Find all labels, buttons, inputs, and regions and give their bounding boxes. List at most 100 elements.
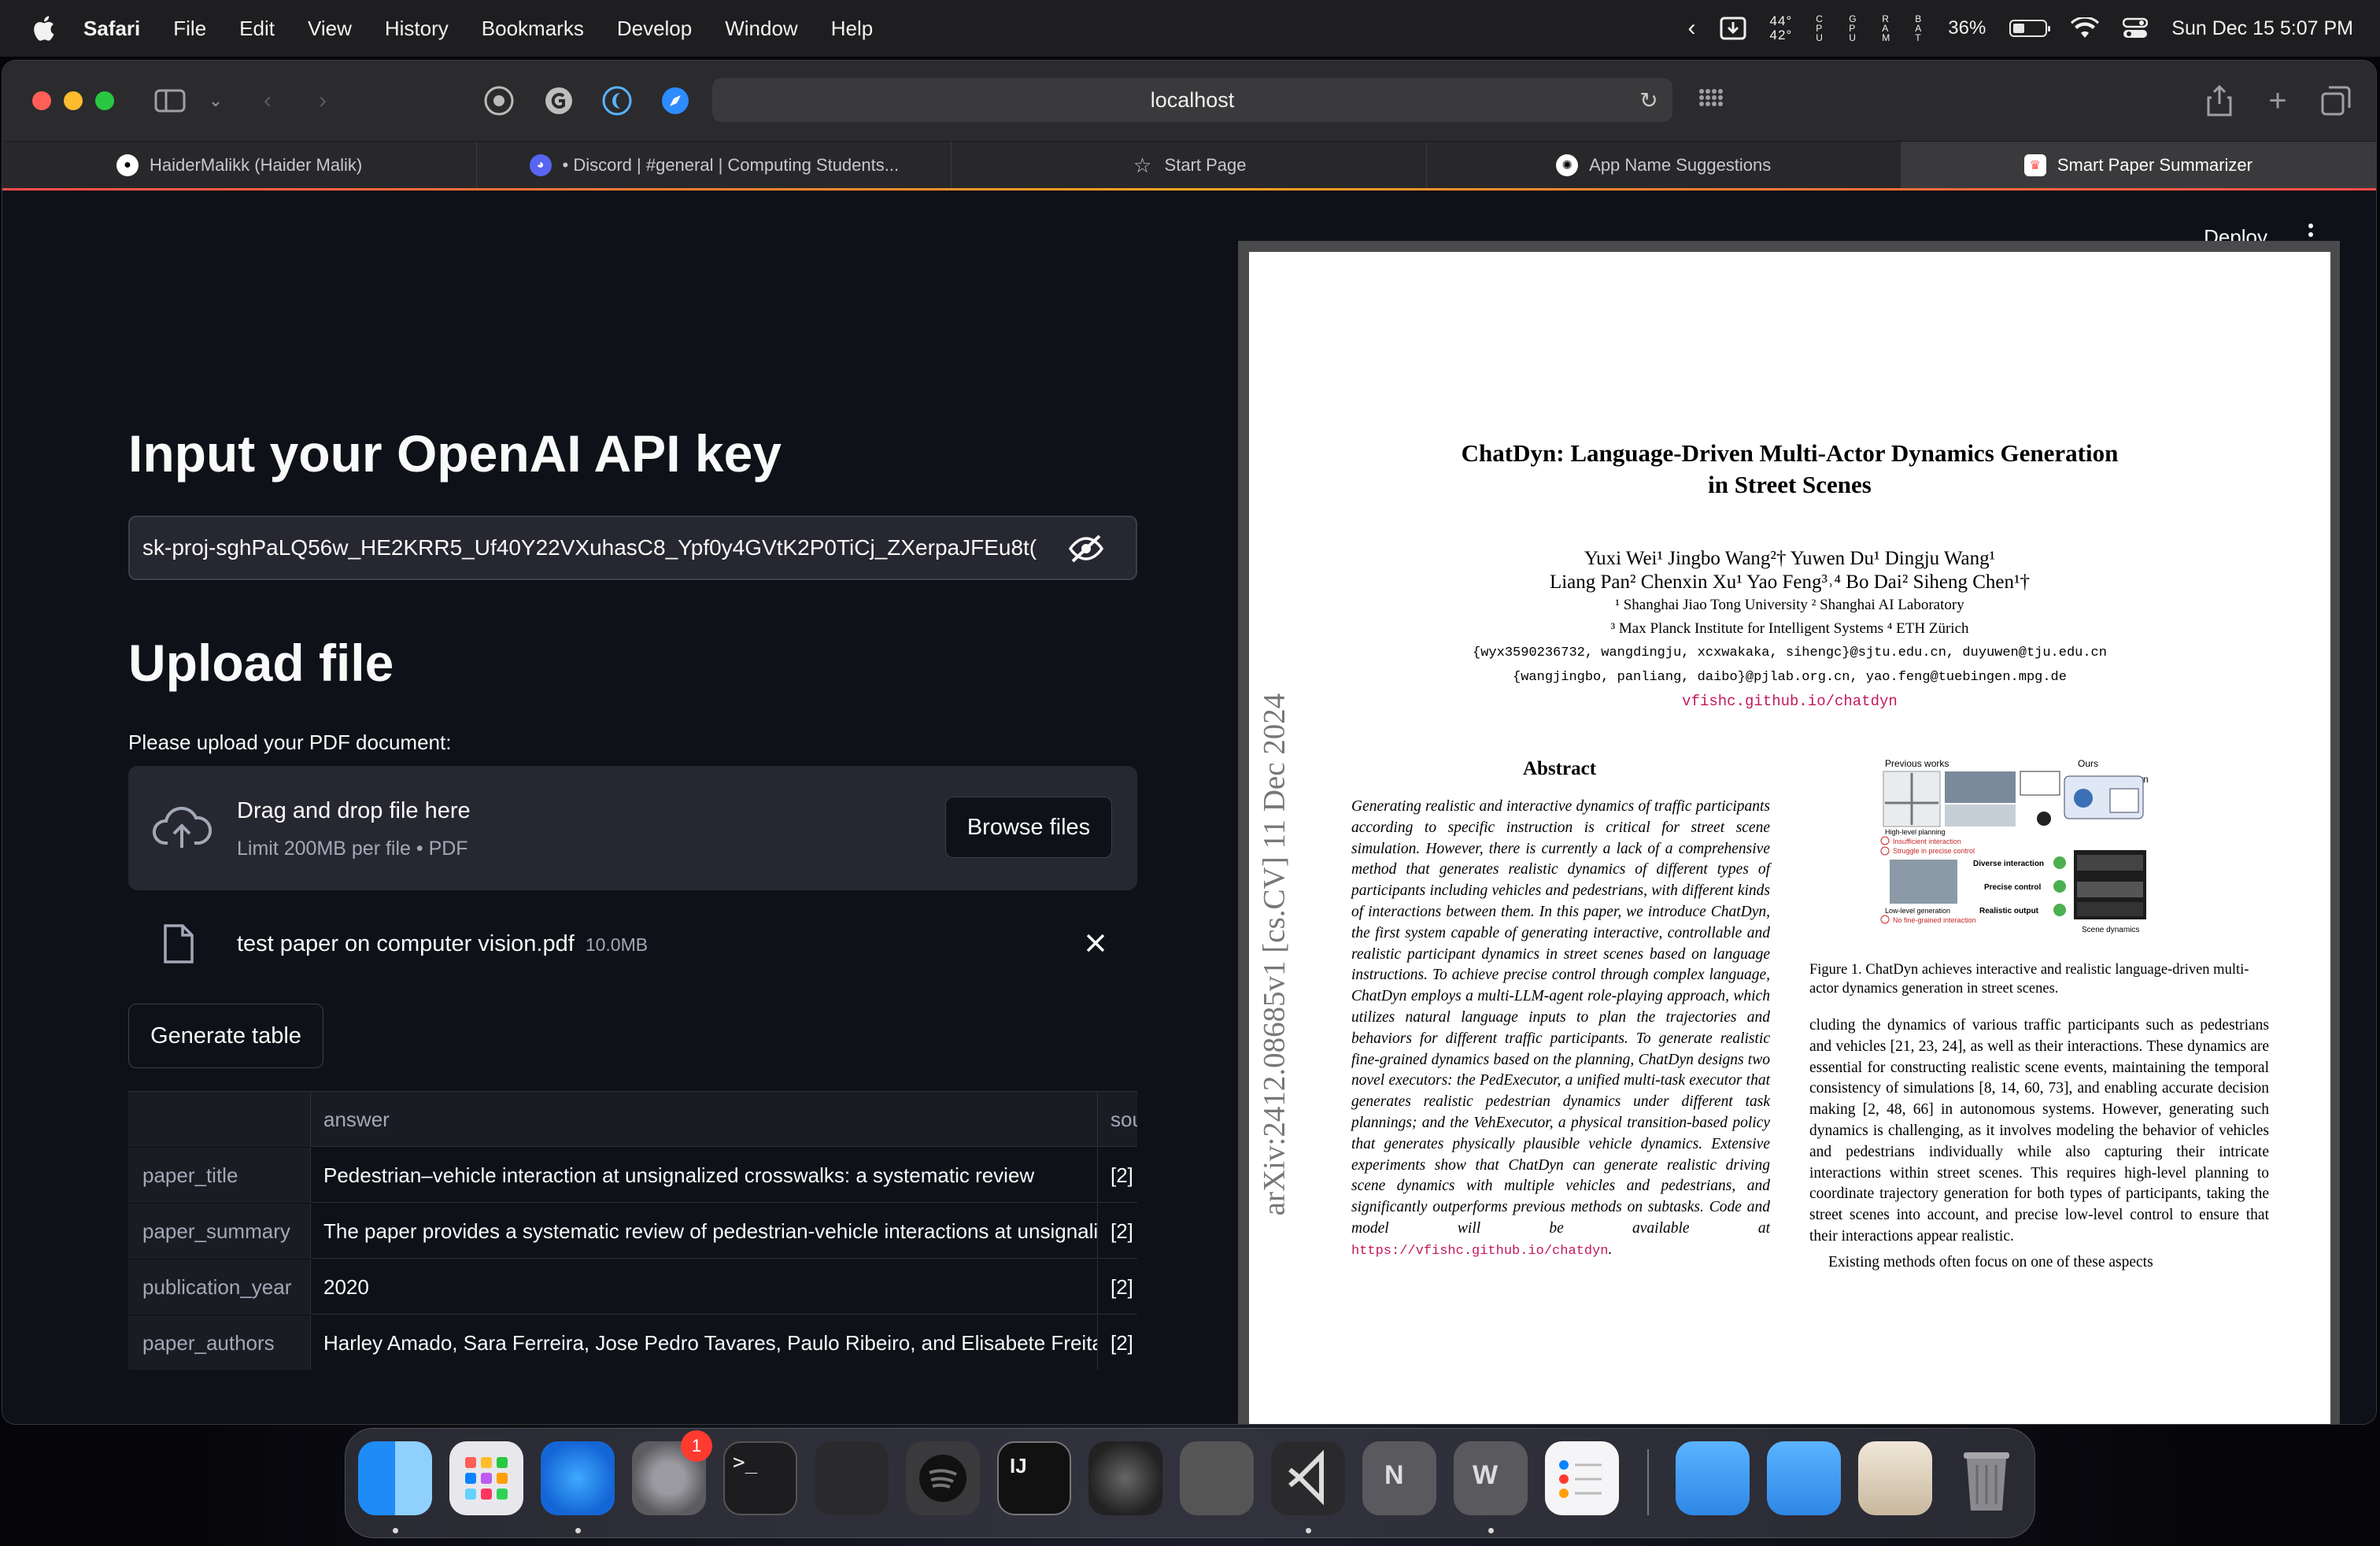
api-key-field[interactable]: sk-proj-sghPaLQ56w_HE2KRR5_Uf40Y22VXuhas… <box>128 516 1137 580</box>
menu-app-name[interactable]: Safari <box>83 17 140 41</box>
bat-stat[interactable]: B A T <box>1915 14 1924 43</box>
menu-history[interactable]: History <box>385 17 449 41</box>
remove-file-icon[interactable] <box>1084 931 1107 955</box>
chevron-down-icon[interactable]: ⌄ <box>199 84 232 117</box>
battery-icon[interactable] <box>2009 20 2051 37</box>
close-window-button[interactable] <box>32 91 51 110</box>
sidebar-toggle-icon[interactable] <box>153 84 187 117</box>
github-icon: ● <box>116 154 139 176</box>
browse-files-button[interactable]: Browse files <box>945 797 1112 858</box>
source-header[interactable]: sou <box>1098 1092 1137 1147</box>
tab-smart-paper-summarizer[interactable]: ♛ Smart Paper Summarizer <box>1901 142 2376 189</box>
night-mode-extension-icon[interactable] <box>601 84 634 117</box>
paper-authors-line: Liang Pan² Chenxin Xu¹ Yao Feng³˒⁴ Bo Da… <box>1549 571 2031 593</box>
chevron-left-icon[interactable]: ‹ <box>1688 15 1696 42</box>
apple-logo-icon[interactable] <box>31 15 55 42</box>
xcode-icon[interactable] <box>1180 1441 1254 1515</box>
tab-github[interactable]: ● HaiderMalikk (Haider Malik) <box>2 142 478 189</box>
battery-percent[interactable]: 36% <box>1948 17 1986 39</box>
new-tab-icon[interactable]: + <box>2261 83 2294 118</box>
row-source[interactable]: [2] <box>1098 1259 1137 1315</box>
address-bar[interactable]: localhost ↻ <box>712 78 1672 122</box>
app-icon[interactable] <box>1088 1441 1162 1515</box>
url-text: localhost <box>1150 87 1235 112</box>
row-source[interactable]: [2] <box>1098 1148 1137 1203</box>
intellij-icon[interactable]: IJ <box>997 1441 1071 1515</box>
row-answer[interactable]: 2020 <box>311 1259 1098 1315</box>
tab-chatgpt[interactable]: ✺ App Name Suggestions <box>1426 142 1901 189</box>
finder-icon[interactable] <box>358 1441 432 1515</box>
menu-file[interactable]: File <box>173 17 206 41</box>
reload-icon[interactable]: ↻ <box>1635 86 1663 114</box>
launchpad-icon[interactable] <box>449 1441 523 1515</box>
spotify-icon[interactable] <box>906 1441 980 1515</box>
fig-low-level-label: Low-level generation <box>1885 907 1950 915</box>
results-table[interactable]: answer sou paper_title Pedestrian–vehicl… <box>128 1091 1137 1370</box>
folder-icon[interactable] <box>1676 1441 1750 1515</box>
fig-insufficient-label: Insufficient interaction <box>1893 838 1961 845</box>
pdf-page: ChatDyn: Language-Driven Multi-Actor Dyn… <box>1249 252 2330 1424</box>
folder-icon[interactable] <box>1767 1441 1841 1515</box>
record-extension-icon[interactable] <box>482 84 516 117</box>
word-icon[interactable]: W <box>1454 1441 1528 1515</box>
wifi-icon[interactable] <box>2071 17 2100 39</box>
abstract-body: Generating realistic and interactive dyn… <box>1351 798 1770 1259</box>
tab-discord[interactable]: ◕ • Discord | #general | Computing Stude… <box>477 142 952 189</box>
clock[interactable]: Sun Dec 15 5:07 PM <box>2171 17 2353 40</box>
pdf-viewer[interactable]: ChatDyn: Language-Driven Multi-Actor Dyn… <box>1238 241 2340 1424</box>
file-name-text: test paper on computer vision.pdf <box>237 931 575 956</box>
row-source[interactable]: [2] <box>1098 1204 1137 1259</box>
file-size: 10.0MB <box>585 934 649 955</box>
menu-help[interactable]: Help <box>831 17 873 41</box>
temperature-readout[interactable]: 44° 42° <box>1770 14 1793 43</box>
photo-icon[interactable] <box>1858 1441 1932 1515</box>
grid-icon[interactable] <box>1694 84 1728 117</box>
control-center-icon[interactable] <box>2123 17 2149 39</box>
gpu-stat[interactable]: G P U <box>1849 14 1858 43</box>
upload-heading: Upload file <box>128 634 394 692</box>
menu-edit[interactable]: Edit <box>239 17 275 41</box>
safari-icon[interactable] <box>541 1441 615 1515</box>
answer-header[interactable]: answer <box>311 1092 1098 1147</box>
fig-struggle-label: Struggle in precise control <box>1893 847 1975 855</box>
abstract-link[interactable]: https://vfishc.github.io/chatdyn <box>1351 1244 1608 1259</box>
download-tray-icon[interactable] <box>1720 17 1746 40</box>
hide-password-icon[interactable] <box>1068 533 1104 564</box>
zed-icon[interactable] <box>815 1441 889 1515</box>
body-column-2: cluding the dynamics of various traffic … <box>1809 1015 2269 1274</box>
row-answer[interactable]: The paper provides a systematic review o… <box>311 1204 1098 1259</box>
back-arrow-icon[interactable]: ‹ <box>251 84 284 117</box>
project-link[interactable]: vfishc.github.io/chatdyn <box>1249 693 2330 710</box>
tab-overview-icon[interactable] <box>2319 84 2352 117</box>
abstract-heading: Abstract <box>1523 758 1597 779</box>
menu-develop[interactable]: Develop <box>617 17 692 41</box>
paper-authors-line: Yuxi Wei¹ Jingbo Wang²† Yuwen Du¹ Dingju… <box>1584 548 1996 569</box>
onenote-icon[interactable]: N <box>1362 1441 1436 1515</box>
share-icon[interactable] <box>2203 84 2236 117</box>
uploaded-file: test paper on computer vision.pdf 10.0MB <box>128 912 1137 975</box>
table-header: answer sou <box>128 1092 1137 1147</box>
reminders-icon[interactable] <box>1545 1441 1619 1515</box>
minimize-window-button[interactable] <box>64 91 83 110</box>
running-indicator <box>1306 1528 1311 1533</box>
row-answer[interactable]: Pedestrian–vehicle interaction at unsign… <box>311 1148 1098 1203</box>
zoom-window-button[interactable] <box>95 91 114 110</box>
menu-bookmarks[interactable]: Bookmarks <box>482 17 584 41</box>
row-answer[interactable]: Harley Amado, Sara Ferreira, Jose Pedro … <box>311 1315 1098 1370</box>
grammarly-extension-icon[interactable] <box>542 84 575 117</box>
file-dropzone[interactable]: Drag and drop file here Limit 200MB per … <box>128 766 1137 890</box>
tab-start-page[interactable]: ☆ Start Page <box>952 142 1427 189</box>
tab-label: Start Page <box>1164 155 1247 175</box>
generate-table-button[interactable]: Generate table <box>128 1004 323 1068</box>
vscode-icon[interactable] <box>1271 1441 1345 1515</box>
terminal-icon[interactable]: >_ <box>723 1441 797 1515</box>
trash-icon[interactable] <box>1949 1441 2023 1515</box>
row-source[interactable]: [2] <box>1098 1315 1137 1370</box>
compass-extension-icon[interactable] <box>659 84 692 117</box>
ram-stat[interactable]: R A M <box>1882 14 1891 43</box>
fig-previous-label: Previous works <box>1885 758 1949 769</box>
menu-view[interactable]: View <box>308 17 352 41</box>
forward-arrow-icon[interactable]: › <box>306 84 339 117</box>
menu-window[interactable]: Window <box>725 17 797 41</box>
cpu-stat[interactable]: C P U <box>1816 14 1825 43</box>
